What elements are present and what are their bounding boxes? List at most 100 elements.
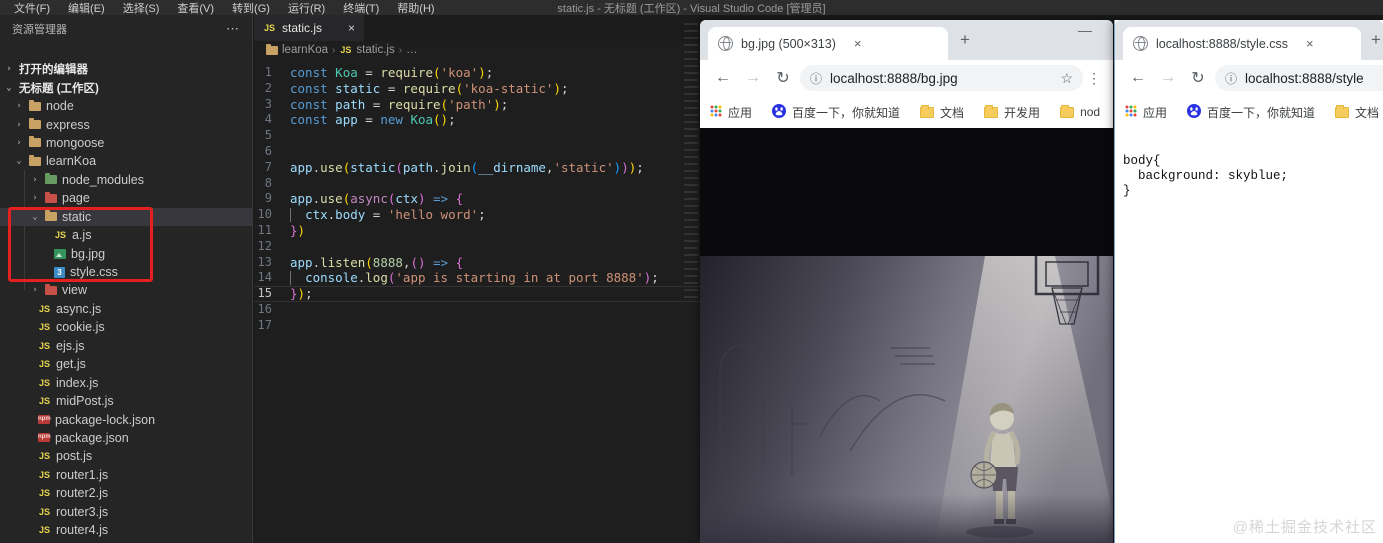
folder-icon [29, 136, 41, 148]
tree-item-get.js[interactable]: JS get.js [0, 355, 252, 373]
minimize-window-icon[interactable]: — [1078, 22, 1092, 38]
menu-item[interactable]: 转到(G) [224, 0, 278, 16]
tree-item-a.js[interactable]: JS a.js [0, 226, 252, 244]
more-actions-icon[interactable]: ⋯ [226, 21, 240, 37]
chevron-icon: › [32, 193, 38, 204]
address-bar[interactable]: ⓘ localhost:8888/bg.jpg ☆ [800, 65, 1083, 91]
code-line-7[interactable]: 7 app.use(static(path.join(__dirname,'sta… [254, 160, 700, 176]
bookmark-item[interactable]: 应用 [1125, 104, 1167, 121]
info-icon[interactable]: ⓘ [1225, 70, 1237, 87]
new-tab-icon[interactable]: + [960, 30, 970, 50]
code-line-16[interactable]: 16 [254, 302, 700, 318]
tree-item-router2.js[interactable]: JS router2.js [0, 484, 252, 502]
browser-tab[interactable]: bg.jpg (500×313) × [708, 27, 948, 60]
code-line-14[interactable]: 14 console.log('app is starting in at po… [254, 270, 700, 286]
code-line-5[interactable]: 5 [254, 128, 700, 144]
tree-item-page[interactable]: › page [0, 189, 252, 207]
tree-item-node_modules[interactable]: › node_modules [0, 171, 252, 189]
menu-item[interactable]: 选择(S) [115, 0, 168, 16]
editor-area: JS static.js × learnKoa › JS static.js ›… 1c… [254, 15, 700, 543]
forward-icon[interactable]: → [1155, 69, 1181, 87]
code-line-12[interactable]: 12 [254, 239, 700, 255]
code-line-1[interactable]: 1 const Koa = require('koa'); [254, 65, 700, 81]
bookmark-item[interactable]: 开发用 [984, 104, 1040, 121]
close-tab-icon[interactable]: × [348, 21, 355, 35]
info-icon[interactable]: ⓘ [810, 70, 822, 87]
tree-item-midPost.js[interactable]: JS midPost.js [0, 392, 252, 410]
tree-item-mongoose[interactable]: › mongoose [0, 134, 252, 152]
tree-item-post.js[interactable]: JS post.js [0, 447, 252, 465]
code-line-8[interactable]: 8 [254, 176, 700, 192]
code-line-15[interactable]: 15}); [254, 286, 700, 302]
tree-item-static.js[interactable]: JSstatic.js [0, 539, 252, 543]
code-line-3[interactable]: 3 const path = require('path'); [254, 97, 700, 113]
tree-item-label: router2.js [56, 486, 109, 501]
tab-static-js[interactable]: JS static.js × [254, 15, 364, 41]
close-tab-icon[interactable]: × [1306, 36, 1314, 51]
tree-item-style.css[interactable]: 3 style.css [0, 263, 252, 281]
back-icon[interactable]: ← [1125, 69, 1151, 87]
breadcrumb[interactable]: learnKoa › JS static.js ›… [254, 41, 700, 59]
code-line-10[interactable]: 10 ctx.body = 'hello word'; [254, 207, 700, 223]
menu-item[interactable]: 帮助(H) [389, 0, 442, 16]
breadcrumb-item[interactable]: learnKoa [282, 44, 328, 56]
bookmarks-bar-2: 应用 百度一下，你就知道 文档 [1115, 96, 1383, 128]
forward-icon[interactable]: → [740, 69, 766, 87]
menu-item[interactable]: 编辑(E) [60, 0, 113, 16]
tree-item-express[interactable]: › express [0, 115, 252, 133]
back-icon[interactable]: ← [710, 69, 736, 87]
url-text: localhost:8888/bg.jpg [830, 70, 958, 86]
tree-item-index.js[interactable]: JS index.js [0, 373, 252, 391]
code-text: const app = new Koa(); [290, 112, 456, 128]
bookmark-star-icon[interactable]: ☆ [1060, 70, 1073, 87]
new-tab-icon[interactable]: + [1371, 30, 1381, 50]
bookmark-item[interactable]: 应用 [710, 104, 752, 121]
tree-item-package-lock.json[interactable]: npm package-lock.json [0, 410, 252, 428]
menu-item[interactable]: 查看(V) [169, 0, 222, 16]
code-line-2[interactable]: 2 const static = require('koa-static'); [254, 81, 700, 97]
bg-jpg-image [700, 256, 1113, 543]
reload-icon[interactable]: ↻ [770, 68, 796, 88]
browser-menu-icon[interactable]: ⋮ [1087, 70, 1103, 87]
address-bar[interactable]: ⓘ localhost:8888/style [1215, 65, 1383, 91]
tree-section-打开的编辑器[interactable]: › 打开的编辑器 [0, 60, 252, 78]
minimap[interactable] [684, 23, 698, 298]
bookmark-item[interactable]: 百度一下，你就知道 [1187, 103, 1315, 121]
tree-item-router1.js[interactable]: JS router1.js [0, 466, 252, 484]
bookmark-label: 文档 [940, 105, 965, 120]
code-line-9[interactable]: 9 app.use(async(ctx) => { [254, 191, 700, 207]
browser-toolbar: ← → ↻ ⓘ localhost:8888/bg.jpg ☆ ⋮ [700, 60, 1113, 96]
tree-item-cookie.js[interactable]: JS cookie.js [0, 318, 252, 336]
breadcrumb-item[interactable]: … [406, 44, 418, 56]
code-line-17[interactable]: 17 [254, 318, 700, 334]
menu-item[interactable]: 运行(R) [280, 0, 333, 16]
menu-item[interactable]: 文件(F) [6, 0, 58, 16]
bookmark-item[interactable]: 百度一下，你就知道 [772, 103, 900, 121]
code-line-4[interactable]: 4 const app = new Koa(); [254, 112, 700, 128]
js-file-icon: JS [38, 469, 50, 480]
reload-icon[interactable]: ↻ [1185, 68, 1211, 88]
code-lines[interactable]: 1 const Koa = require('koa'); 2 const stati… [254, 65, 700, 543]
tree-item-async.js[interactable]: JS async.js [0, 300, 252, 318]
tree-item-router4.js[interactable]: JS router4.js [0, 521, 252, 539]
close-tab-icon[interactable]: × [854, 36, 862, 51]
breadcrumb-item[interactable]: static.js [356, 44, 394, 56]
bookmark-item[interactable]: 文档 [920, 104, 964, 121]
tree-item-package.json[interactable]: npm package.json [0, 429, 252, 447]
browser-tab[interactable]: localhost:8888/style.css × [1123, 27, 1361, 60]
bookmark-item[interactable]: 文档 [1335, 104, 1379, 121]
tree-item-node[interactable]: › node [0, 97, 252, 115]
tree-item-learnKoa[interactable]: ⌄ learnKoa [0, 152, 252, 170]
code-line-11[interactable]: 11}) [254, 223, 700, 239]
tree-section-无标题 (工作区)[interactable]: ⌄ 无标题 (工作区) [0, 78, 252, 96]
menu-item[interactable]: 终端(T) [335, 0, 387, 16]
bookmark-item[interactable]: nod [1060, 104, 1100, 119]
code-line-6[interactable]: 6 [254, 144, 700, 160]
tree-item-bg.jpg[interactable]: bg.jpg [0, 244, 252, 262]
tree-item-router3.js[interactable]: JS router3.js [0, 503, 252, 521]
tree-item-view[interactable]: › view [0, 281, 252, 299]
code-line-13[interactable]: 13 app.listen(8888,() => { [254, 255, 700, 271]
tree-item-ejs.js[interactable]: JS ejs.js [0, 337, 252, 355]
tab-label: static.js [282, 21, 323, 35]
tree-item-static[interactable]: ⌄ static [0, 207, 252, 226]
